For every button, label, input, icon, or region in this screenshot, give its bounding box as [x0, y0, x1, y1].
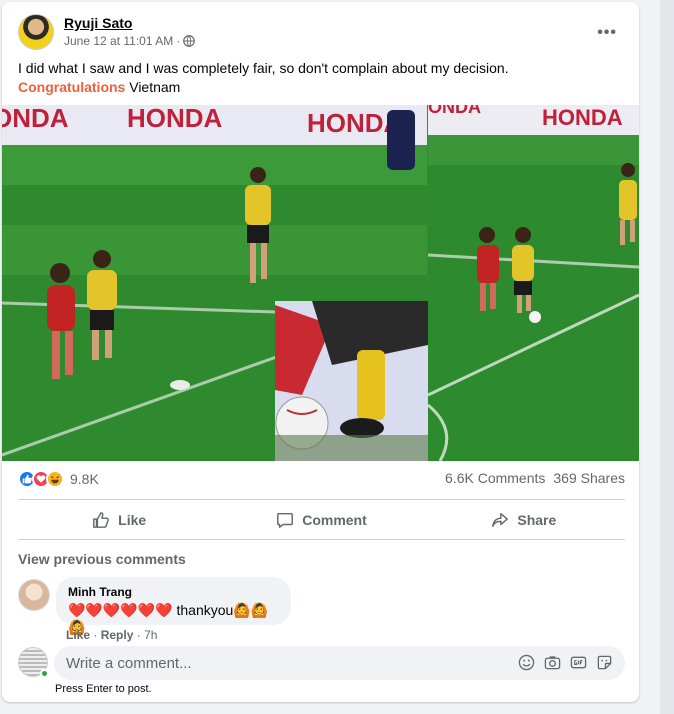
emoji-icon[interactable] [518, 654, 535, 671]
share-icon [492, 512, 509, 528]
comment-composer [18, 645, 625, 681]
comment-like-link[interactable]: Like [66, 628, 90, 642]
sticker-icon[interactable] [596, 654, 613, 671]
like-label: Like [118, 512, 147, 528]
haha-reaction-icon [46, 470, 64, 488]
banner-right1-text: ONDA [428, 105, 481, 117]
post-header: Ryuji Sato June 12 at 11:01 AM · ••• [18, 12, 623, 52]
engagement-counts: 6.6K Comments 369 Shares [445, 470, 625, 486]
camera-icon[interactable] [544, 654, 561, 671]
comment-action-separator: · [93, 628, 98, 642]
comment-reply-link[interactable]: Reply [101, 628, 134, 642]
comment-action-separator-2: · [136, 628, 141, 642]
post-stats: 9.8K 6.6K Comments 369 Shares [18, 470, 625, 492]
banner-right2-text: HONDA [542, 105, 623, 130]
post-card: Ryuji Sato June 12 at 11:01 AM · ••• I d… [2, 2, 639, 702]
football-collage: ONDA HONDA HONDA ONDA HONDA [2, 105, 639, 461]
reaction-summary[interactable]: 9.8K [18, 470, 99, 488]
share-label: Share [517, 512, 557, 528]
post-image[interactable]: ONDA HONDA HONDA ONDA HONDA [2, 105, 639, 461]
meta-separator: · [176, 34, 181, 48]
post-text: I did what I saw and I was completely fa… [18, 59, 623, 97]
commenter-name[interactable]: Minh Trang [68, 585, 279, 599]
thumbs-up-icon [93, 512, 109, 528]
stats-divider [18, 499, 625, 500]
view-previous-comments[interactable]: View previous comments [18, 551, 186, 567]
comment-time[interactable]: 7h [144, 628, 157, 642]
comment-bubble: Minh Trang ❤️❤️❤️❤️❤️❤️ thankyou🙆🙆🙆 [56, 577, 291, 635]
banner-left-text: ONDA [2, 105, 69, 133]
globe-icon [183, 35, 196, 47]
post-text-line1: I did what I saw and I was completely fa… [18, 60, 509, 76]
more-options-icon[interactable]: ••• [597, 24, 617, 42]
post-date[interactable]: June 12 at 11:01 AM [64, 34, 173, 48]
post-text-rest: Vietnam [125, 79, 181, 95]
composer-icons [518, 654, 613, 671]
commenter-avatar[interactable] [18, 579, 50, 611]
author-avatar[interactable] [18, 14, 54, 50]
online-status-dot [40, 669, 49, 678]
reaction-count: 9.8K [70, 471, 99, 487]
comment-actions: Like · Reply · 7h [66, 628, 157, 642]
gif-icon[interactable] [570, 654, 587, 671]
press-enter-hint: Press Enter to post. [55, 683, 152, 695]
page-scroll-gutter [660, 0, 674, 714]
comment-icon [277, 512, 294, 528]
shares-count[interactable]: 369 Shares [553, 470, 625, 486]
comments-count[interactable]: 6.6K Comments [445, 470, 545, 486]
action-bar: Like Comment Share [18, 502, 625, 538]
post-meta: June 12 at 11:01 AM · [64, 34, 196, 48]
share-button[interactable]: Share [423, 502, 625, 538]
author-name[interactable]: Ryuji Sato [64, 15, 132, 31]
actions-divider [18, 539, 625, 540]
like-button[interactable]: Like [18, 502, 220, 538]
banner-mid-text: HONDA [127, 105, 223, 133]
comment-label: Comment [302, 512, 367, 528]
post-text-line2: Congratulations Vietnam [18, 78, 623, 97]
congrats-text: Congratulations [18, 79, 126, 95]
comment-button[interactable]: Comment [220, 502, 422, 538]
